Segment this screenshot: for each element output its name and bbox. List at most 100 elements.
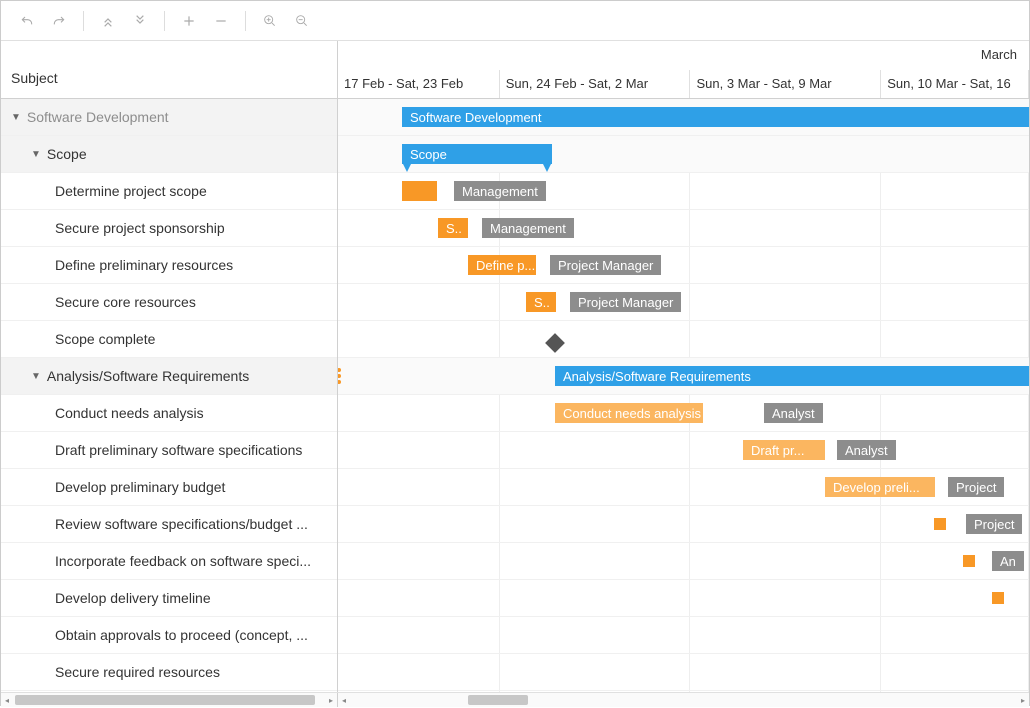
summary-bar[interactable]: Scope (402, 144, 552, 164)
assignee-tag: Analyst (764, 403, 823, 423)
task-row[interactable]: Secure core resources (1, 284, 337, 321)
assignee-tag: Management (482, 218, 574, 238)
gantt-row: Draft pr... Analyst (338, 432, 1029, 469)
gantt-row (338, 321, 1029, 358)
milestone-diamond[interactable] (545, 333, 565, 353)
assignee-tag: Management (454, 181, 546, 201)
undo-button[interactable] (13, 7, 41, 35)
chevron-down-icon[interactable]: ▼ (31, 149, 41, 160)
gantt-row: Project (338, 506, 1029, 543)
task-bar[interactable] (992, 592, 1004, 604)
timeline-tick: Sun, 24 Feb - Sat, 2 Mar (500, 70, 691, 98)
chevron-down-icon[interactable]: ▼ (11, 112, 21, 123)
row-label: Analysis/Software Requirements (47, 368, 249, 384)
toolbar-separator (83, 11, 84, 31)
remove-button[interactable] (207, 7, 235, 35)
column-header-row: Subject March 17 Feb - Sat, 23 FebSun, 2… (1, 41, 1029, 99)
expand-all-button[interactable] (126, 7, 154, 35)
scrollbar-thumb[interactable] (468, 695, 528, 705)
assignee-tag: Project Manager (570, 292, 681, 312)
gantt-row: Conduct needs analysis Analyst (338, 395, 1029, 432)
gantt-row: Analysis/Software Requirements (338, 358, 1029, 395)
task-row[interactable]: Define preliminary resources (1, 247, 337, 284)
task-row[interactable]: Draft preliminary software specification… (1, 432, 337, 469)
task-row[interactable]: Secure project sponsorship (1, 210, 337, 247)
row-label: Determine project scope (55, 183, 207, 199)
row-label: Review software specifications/budget ..… (55, 516, 308, 532)
task-bar[interactable] (934, 518, 946, 530)
subject-label: Subject (11, 70, 58, 86)
row-label: Conduct needs analysis (55, 405, 204, 421)
task-row[interactable]: Review software specifications/budget ..… (1, 506, 337, 543)
task-row[interactable]: Secure required resources (1, 654, 337, 691)
zoom-in-button[interactable] (256, 7, 284, 35)
gantt-row: An (338, 543, 1029, 580)
row-label: Incorporate feedback on software speci..… (55, 553, 311, 569)
zoom-out-button[interactable] (288, 7, 316, 35)
toolbar (1, 1, 1029, 41)
task-bar[interactable]: S.. (526, 292, 556, 312)
gantt-row: Scope (338, 136, 1029, 173)
row-label: Secure core resources (55, 294, 196, 310)
assignee-tag: Analyst (837, 440, 896, 460)
task-bar[interactable]: Develop preli... (825, 477, 935, 497)
gantt-row (338, 654, 1029, 691)
task-bar[interactable]: Define p... (468, 255, 536, 275)
gantt-chart: Software Development Scope Management S.. Ma… (338, 99, 1029, 692)
tree-scrollbar[interactable]: ◂ ▸ (1, 693, 338, 707)
group-row[interactable]: ▼ Scope (1, 136, 337, 173)
task-bar[interactable]: Conduct needs analysis (555, 403, 703, 423)
task-tree: ▼ Software Development ▼ Scope Determine pro… (1, 99, 338, 692)
row-label: Draft preliminary software specification… (55, 442, 302, 458)
timeline-ticks: 17 Feb - Sat, 23 FebSun, 24 Feb - Sat, 2… (338, 70, 1029, 98)
add-button[interactable] (175, 7, 203, 35)
chevron-down-icon[interactable]: ▼ (31, 371, 41, 382)
task-bar[interactable] (963, 555, 975, 567)
task-bar[interactable]: Draft pr... (743, 440, 825, 460)
collapse-all-button[interactable] (94, 7, 122, 35)
subject-column-header[interactable]: Subject (1, 41, 338, 98)
gantt-scrollbar[interactable]: ◂ ▸ (338, 693, 1029, 707)
assignee-tag: Project (966, 514, 1022, 534)
timeline-header: March 17 Feb - Sat, 23 FebSun, 24 Feb - … (338, 41, 1029, 98)
scrollbar-thumb[interactable] (15, 695, 315, 705)
task-row[interactable]: Develop delivery timeline (1, 580, 337, 617)
toolbar-separator (245, 11, 246, 31)
row-label: Scope (47, 146, 87, 162)
task-row[interactable]: Obtain approvals to proceed (concept, ..… (1, 617, 337, 654)
task-row[interactable]: Develop preliminary budget (1, 469, 337, 506)
month-label: March (981, 47, 1017, 62)
gantt-row: S.. Project Manager (338, 284, 1029, 321)
row-label: Obtain approvals to proceed (concept, ..… (55, 627, 308, 643)
assignee-tag: An (992, 551, 1024, 571)
summary-bar[interactable]: Analysis/Software Requirements (555, 366, 1029, 386)
row-label: Develop delivery timeline (55, 590, 211, 606)
group-row[interactable]: ▼ Analysis/Software Requirements (1, 358, 337, 395)
row-label: Define preliminary resources (55, 257, 233, 273)
task-bar[interactable] (402, 181, 437, 201)
summary-bar[interactable]: Software Development (402, 107, 1029, 127)
gantt-row (338, 617, 1029, 654)
row-label: Develop preliminary budget (55, 479, 225, 495)
row-label: Software Development (27, 109, 169, 125)
drag-handle-icon[interactable] (338, 368, 343, 384)
task-row[interactable]: Scope complete (1, 321, 337, 358)
row-label: Scope complete (55, 331, 155, 347)
group-row[interactable]: ▼ Software Development (1, 99, 337, 136)
row-label: Secure project sponsorship (55, 220, 225, 236)
gantt-row: Develop preli... Project (338, 469, 1029, 506)
assignee-tag: Project Manager (550, 255, 661, 275)
task-row[interactable]: Conduct needs analysis (1, 395, 337, 432)
assignee-tag: Project (948, 477, 1004, 497)
task-row[interactable]: Incorporate feedback on software speci..… (1, 543, 337, 580)
timeline-tick: 17 Feb - Sat, 23 Feb (338, 70, 500, 98)
gantt-row (338, 580, 1029, 617)
redo-button[interactable] (45, 7, 73, 35)
timeline-tick: Sun, 3 Mar - Sat, 9 Mar (690, 70, 881, 98)
scrollbar-row: ◂ ▸ ◂ ▸ (1, 692, 1029, 707)
gantt-row: Software Development (338, 99, 1029, 136)
toolbar-separator (164, 11, 165, 31)
timeline-tick: Sun, 10 Mar - Sat, 16 (881, 70, 1029, 98)
task-row[interactable]: Determine project scope (1, 173, 337, 210)
task-bar[interactable]: S.. (438, 218, 468, 238)
